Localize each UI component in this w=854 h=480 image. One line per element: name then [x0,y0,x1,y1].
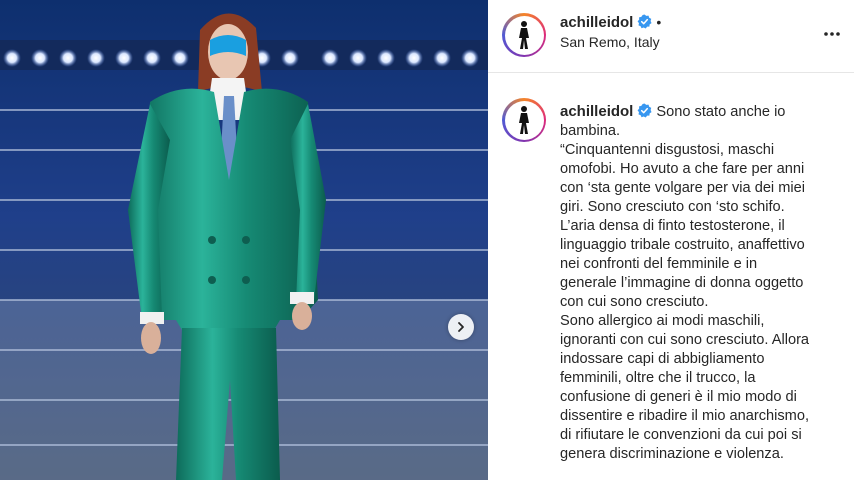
post-header: achilleidol • San Remo, Italy [488,0,854,73]
chevron-right-icon [458,322,464,332]
caption-avatar[interactable] [502,98,546,142]
verified-badge-icon [637,14,652,29]
post-side-panel: achilleidol • San Remo, Italy achilleidol… [488,0,854,480]
header-user-row: achilleidol • [560,14,661,32]
verified-badge-icon [637,103,652,118]
caption-text: Sono stato anche io bambina. “Cinquanten… [560,104,810,462]
more-options-icon [824,32,840,36]
post-photo [0,0,488,480]
header-avatar[interactable] [502,13,546,57]
header-separator-dot: • [656,14,662,30]
more-options-button[interactable] [820,22,844,46]
avatar-silhouette-icon [519,106,529,134]
caption-username[interactable]: achilleidol [560,103,633,120]
avatar-silhouette-icon [519,21,529,49]
post-location[interactable]: San Remo, Italy [560,34,660,50]
header-username[interactable]: achilleidol [560,14,633,31]
post-caption: achilleidol Sono stato anche io bambina.… [560,102,850,464]
stage-photo-illustration [0,0,488,480]
next-photo-button[interactable] [448,314,474,340]
